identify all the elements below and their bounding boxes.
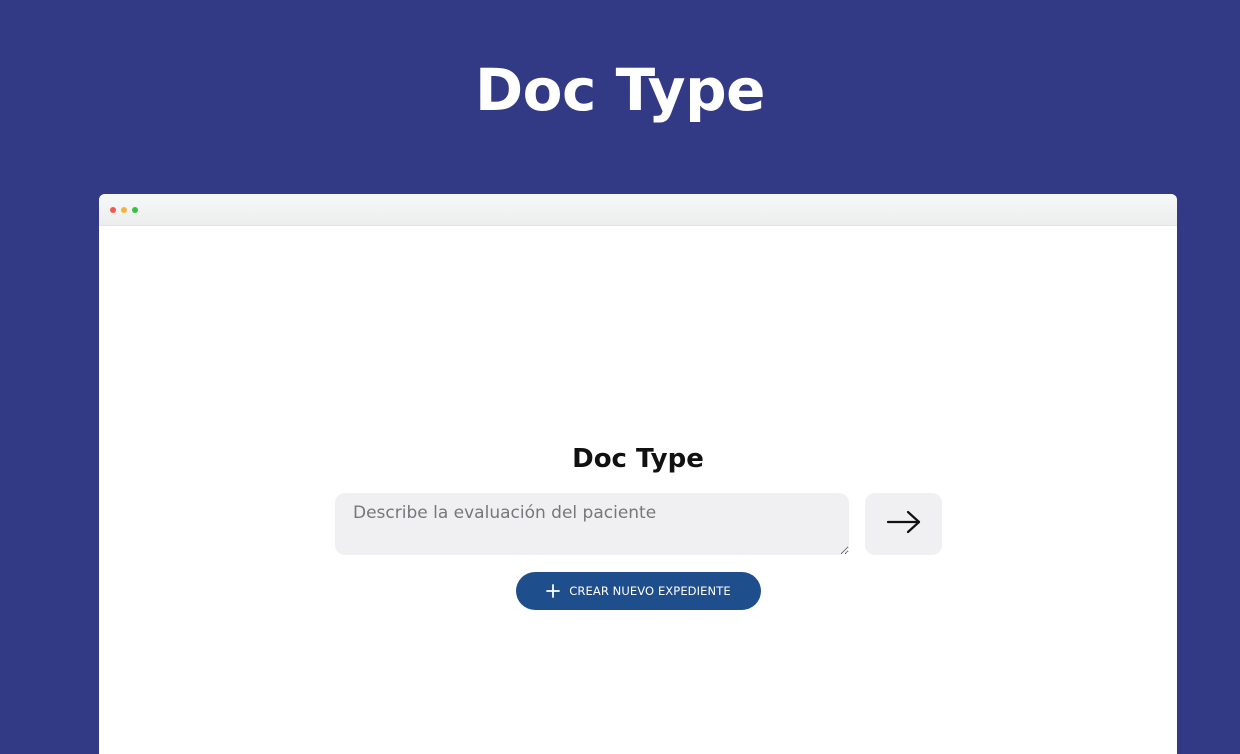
browser-window: Doc Type CREAR NUEVO EXPEDIENTE [99,194,1177,754]
app-title: Doc Type [572,444,704,474]
window-minimize-dot[interactable] [121,207,127,213]
submit-button[interactable] [865,493,942,555]
window-maximize-dot[interactable] [132,207,138,213]
arrow-right-icon [886,510,922,538]
plus-icon [546,584,561,598]
window-close-dot[interactable] [110,207,116,213]
patient-evaluation-input[interactable] [335,493,849,555]
create-button-label: CREAR NUEVO EXPEDIENTE [569,584,731,598]
create-new-record-button[interactable]: CREAR NUEVO EXPEDIENTE [516,572,761,610]
hero-title: Doc Type [475,56,765,124]
browser-title-bar [99,194,1177,226]
